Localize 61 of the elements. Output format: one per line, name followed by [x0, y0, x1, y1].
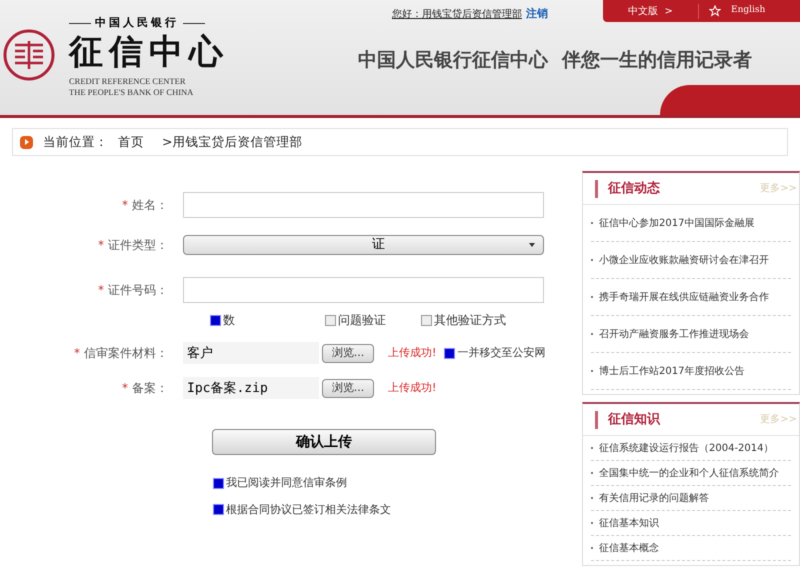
required-mark: * — [74, 345, 80, 362]
field-label: 证件类型： — [108, 237, 168, 254]
panel-title: 征信动态 — [608, 180, 660, 198]
news-link[interactable]: 召开动产融资服务工作推进现场会 — [599, 326, 749, 342]
logo-title: 征信中心 — [69, 32, 229, 72]
agreement-label: 我已阅读并同意信审条例 — [226, 475, 347, 491]
checkbox[interactable] — [421, 314, 432, 326]
option-label: 问题验证 — [338, 312, 386, 329]
logo-icon — [3, 29, 55, 81]
breadcrumb-link[interactable]: >用钱宝贷后资信管理部 — [162, 132, 302, 152]
file-field[interactable]: 客户 — [183, 342, 319, 364]
logo-english: THE PEOPLE'S BANK OF CHINA — [69, 86, 194, 98]
field-label: 姓名： — [132, 197, 168, 214]
language-link[interactable]: 中文版 > — [603, 4, 699, 18]
checkbox[interactable] — [213, 478, 224, 489]
slogan-text: 中国人民银行征信中心 — [358, 48, 548, 73]
text-field[interactable] — [183, 277, 544, 303]
checkbox[interactable] — [325, 314, 336, 326]
slogan-text: 伴您一生的信用记录者 — [562, 48, 752, 73]
breadcrumb-label: 当前位置： — [43, 132, 108, 151]
logo-english: CREDIT REFERENCE CENTER — [69, 76, 186, 86]
dropdown-arrow-icon — [529, 243, 535, 247]
logout-link[interactable]: 注销 — [526, 6, 548, 22]
required-mark: * — [122, 380, 128, 397]
news-link[interactable]: 征信中心参加2017中国国际金融展 — [599, 216, 754, 230]
news-link[interactable]: 小微企业应收账款融资研讨会在津召开 — [599, 252, 769, 268]
news-link[interactable]: 征信基本知识 — [599, 516, 659, 530]
logo-subtitle: 中国人民银行 — [95, 15, 179, 31]
news-link[interactable]: 博士后工作站2017年度招收公告 — [599, 364, 744, 378]
news-link[interactable]: 有关信用记录的问题解答 — [599, 490, 709, 506]
select-field[interactable]: 证 — [183, 235, 544, 255]
browse-button[interactable]: 浏览... — [322, 344, 374, 362]
star-icon — [709, 5, 721, 17]
upload-status: 上传成功! — [388, 344, 436, 361]
agreement-label: 根据合同协议已签订相关法律条文 — [226, 502, 391, 518]
news-link[interactable]: 征信系统建设运行报告（2004-2014） — [599, 440, 774, 456]
news-link[interactable]: 全国集中统一的企业和个人征信系统简介 — [599, 466, 779, 480]
checkbox[interactable] — [444, 348, 456, 358]
checkbox[interactable] — [213, 504, 224, 516]
news-link[interactable]: 征信基本概念 — [599, 540, 659, 556]
arrow-icon — [20, 136, 33, 148]
field-label: 证件号码： — [108, 282, 168, 299]
upload-status: 上传成功! — [388, 380, 436, 396]
language-link[interactable]: English — [699, 4, 766, 18]
breadcrumb-link[interactable]: 首页 — [118, 132, 144, 152]
required-mark: * — [122, 197, 128, 214]
news-link[interactable]: 携手奇瑞开展在线供应链融资业务合作 — [599, 290, 769, 304]
field-label: 信审案件材料： — [84, 345, 168, 362]
checkbox[interactable] — [210, 314, 221, 326]
browse-button[interactable]: 浏览... — [322, 378, 374, 398]
field-label: 备案： — [132, 380, 168, 397]
option-label: 数 — [223, 312, 235, 329]
required-mark: * — [98, 282, 104, 299]
user-link[interactable]: 您好：用钱宝贷后资信管理部 — [392, 6, 522, 22]
file-field[interactable]: Ipc备案.zip — [183, 377, 319, 399]
confirm-upload-button[interactable]: 确认上传 — [212, 429, 436, 455]
text-field[interactable] — [183, 192, 544, 218]
required-mark: * — [98, 237, 104, 254]
option-label: 一并移交至公安网 — [457, 344, 546, 361]
panel-title: 征信知识 — [608, 410, 660, 429]
option-label: 其他验证方式 — [434, 312, 506, 329]
